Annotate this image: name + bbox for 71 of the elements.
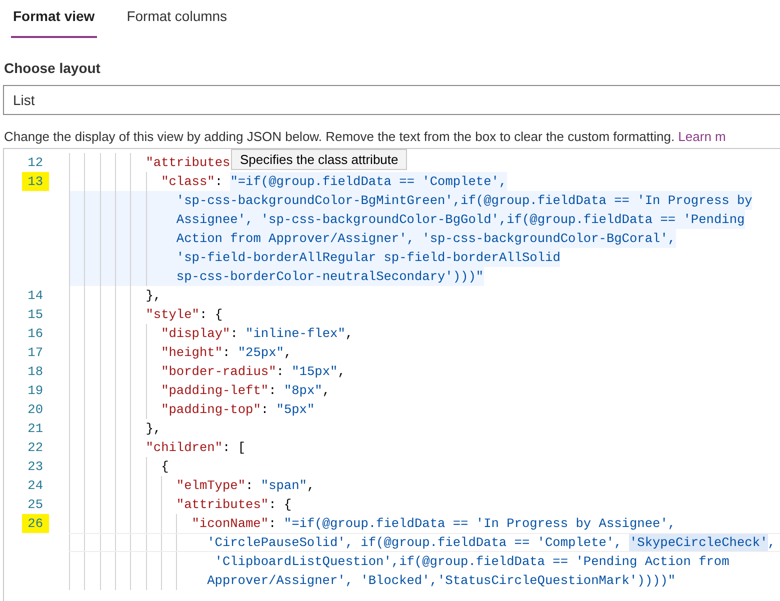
code-string: "inline-flex" [246, 325, 346, 343]
code-key: "elmType" [176, 476, 246, 495]
code-punctuation: : [276, 363, 285, 381]
code-string: 'sp-css-backgroundColor-BgMintGreen',if(@group.fieldData == 'In Progress by [176, 191, 752, 210]
layout-field[interactable]: List [3, 85, 780, 115]
line-number: 26 [22, 514, 49, 533]
code-key: "children" [146, 438, 223, 457]
code-string: "=if(@group.fieldData == 'In Progress by Assignee', [284, 515, 676, 533]
code-string: 'ClipboardListQuestion',if(@group.fieldData == 'Pending Action from [214, 553, 730, 571]
code-punctuation: : { [199, 306, 223, 324]
code-key: "border-radius" [161, 362, 276, 381]
code-string: Approver/Assigner', 'Blocked','StatusCircleQuestionMark'))))" [207, 572, 676, 590]
tooltip: Specifies the class attribute [231, 149, 408, 170]
code-string: Action from Approver/Assigner', 'sp-css-backgroundColor-BgCoral', [176, 229, 676, 248]
code-string: "=if(@group.fieldData == 'Complete', [230, 172, 507, 191]
description-text: Change the display of this view by adding JSON below. Remove the text from the box to clear the custom formatting. [4, 129, 676, 144]
line-number: 20 [26, 401, 44, 419]
code-string: "15px" [292, 363, 338, 381]
line-number: 23 [26, 458, 44, 476]
code-punctuation: , [284, 344, 292, 362]
code-punctuation: : [222, 344, 232, 362]
code-key: "iconName" [192, 514, 269, 533]
code-key: "attributes [146, 153, 230, 172]
line-number: 18 [26, 363, 44, 381]
code-punctuation: , [338, 363, 346, 381]
line-number: 25 [26, 496, 44, 514]
field-label: Choose layout [4, 59, 100, 78]
line-number: 24 [26, 477, 44, 495]
code-punctuation: : [230, 325, 239, 343]
tab[interactable]: Format columns [124, 6, 230, 38]
code-string: "8px" [284, 382, 322, 400]
code-key: "class" [161, 172, 215, 191]
code-punctuation: : [246, 477, 254, 495]
code-string: 'CirclePauseSolid', if(@group.fieldData == 'Complete', [207, 534, 623, 551]
code-key: "height" [161, 343, 222, 362]
tab[interactable]: Format view [11, 6, 97, 38]
line-number: 17 [26, 344, 44, 362]
code-string: Assignee', 'sp-css-backgroundColor-BgGold',if(@group.fieldData == 'Pending [176, 210, 745, 229]
code-punctuation: }, [146, 420, 162, 438]
line-number: 14 [26, 287, 44, 305]
line-number: 19 [26, 382, 44, 400]
code-string: "span" [260, 477, 307, 495]
code-punctuation: , [306, 477, 315, 495]
code-key: "display" [161, 324, 230, 343]
code-key: "attributes" [176, 495, 269, 514]
code-punctuation: , [322, 382, 330, 400]
learn-more-link[interactable]: Learn m [678, 129, 726, 144]
code-key: "style" [146, 305, 200, 324]
line-number: 16 [26, 325, 44, 343]
code-string: 'sp-field-borderAllRegular sp-field-borderAllSolid [176, 248, 560, 267]
code-punctuation: : [260, 401, 270, 419]
code-punctuation: : [268, 382, 278, 400]
code-punctuation: : { [268, 496, 292, 514]
line-number: 21 [26, 420, 44, 438]
line-number: 12 [26, 154, 44, 172]
code-string: sp-css-borderColor-neutralSecondary')))" [176, 267, 484, 286]
line-number: 15 [26, 306, 44, 324]
line-number: 13 [22, 172, 49, 191]
code-key: "padding-left" [161, 381, 269, 400]
code-punctuation: : [ [222, 439, 246, 457]
code-string: "25px" [238, 344, 284, 362]
code-string: , [768, 534, 776, 551]
line-number: 22 [26, 439, 44, 457]
code-punctuation: , [345, 325, 354, 343]
code-string: "5px" [276, 401, 315, 419]
code-punctuation: { [161, 458, 169, 476]
code-punctuation: : [268, 515, 278, 533]
code-punctuation: : [214, 173, 224, 191]
code-string: 'SkypeCircleCheck' [629, 534, 768, 551]
code-punctuation: }, [146, 287, 162, 305]
code-key: "padding-top" [161, 400, 261, 419]
